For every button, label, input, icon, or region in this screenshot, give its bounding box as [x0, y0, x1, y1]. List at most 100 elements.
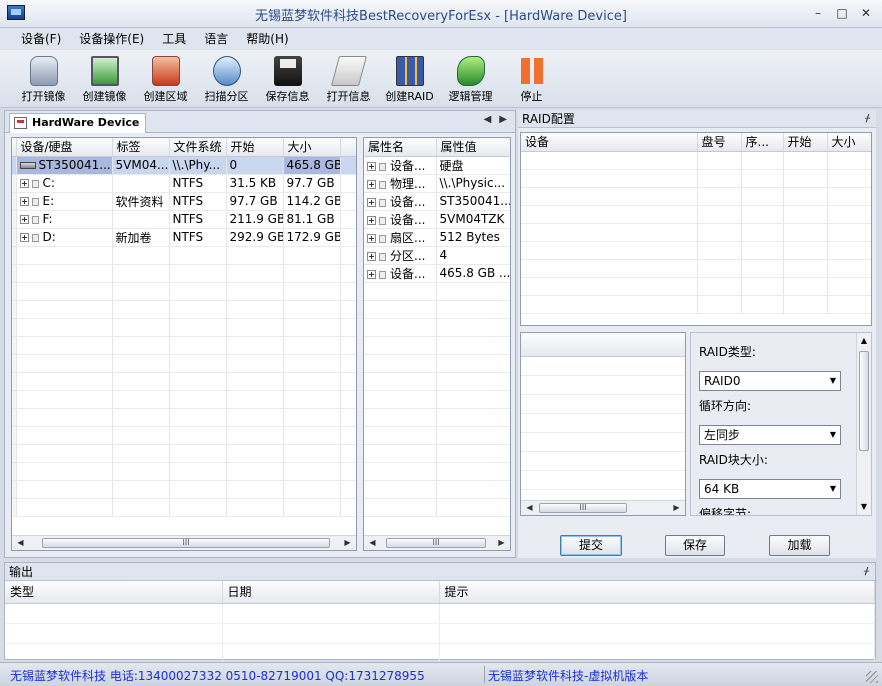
raid-member-hscrollbar[interactable]: ◀ III ▶ — [521, 500, 685, 515]
raid-direction-select[interactable]: 左同步 — [699, 425, 841, 445]
col-output-date[interactable]: 日期 — [222, 581, 440, 604]
table-row[interactable] — [364, 336, 510, 355]
expand-icon[interactable] — [367, 233, 376, 243]
expand-icon[interactable] — [367, 161, 376, 171]
table-row[interactable] — [12, 354, 356, 373]
table-row[interactable]: 设备... 5VM04TZK — [364, 210, 510, 229]
scroll-thumb[interactable]: III — [386, 538, 486, 548]
table-row[interactable]: 分区... 4 — [364, 246, 510, 265]
table-row[interactable]: 扇区... 512 Bytes — [364, 228, 510, 247]
table-row[interactable] — [364, 444, 510, 463]
table-row[interactable]: D: 新加卷 NTFS 292.9 GB 172.9 GB — [12, 228, 356, 247]
table-row[interactable] — [364, 498, 510, 517]
resize-grip-icon[interactable] — [866, 671, 878, 683]
toolbar-button-8[interactable]: 停止 — [501, 50, 562, 106]
scroll-up-icon[interactable]: ▲ — [858, 335, 870, 347]
table-row[interactable]: 物理... \\.\Physic... — [364, 174, 510, 193]
expand-icon[interactable] — [367, 197, 376, 207]
raid-properties-vscrollbar[interactable]: ▲ ▼ — [856, 333, 871, 515]
table-row[interactable] — [12, 246, 356, 265]
table-row[interactable]: 设备... 465.8 GB ... — [364, 264, 510, 283]
col-raid-device[interactable]: 设备 — [521, 133, 698, 152]
table-row[interactable] — [12, 498, 356, 517]
menu-language[interactable]: 语言 — [195, 28, 237, 50]
table-row[interactable] — [364, 282, 510, 301]
table-row[interactable] — [12, 372, 356, 391]
table-row[interactable] — [364, 354, 510, 373]
scroll-left-icon[interactable]: ◀ — [366, 537, 379, 549]
scroll-thumb[interactable]: III — [539, 503, 627, 513]
property-hscrollbar[interactable]: ◀ III ▶ — [364, 535, 510, 550]
col-raid-size[interactable]: 大小 — [827, 133, 871, 152]
scroll-right-icon[interactable]: ▶ — [670, 502, 683, 514]
toolbar-button-1[interactable]: 创建镜像 — [74, 50, 135, 106]
table-row[interactable]: 设备... ST350041... — [364, 192, 510, 211]
menu-device-operation[interactable]: 设备操作(E) — [70, 28, 153, 50]
close-button[interactable]: ✕ — [856, 4, 876, 22]
table-row[interactable] — [364, 390, 510, 409]
table-row[interactable] — [12, 444, 356, 463]
expand-icon[interactable] — [367, 251, 376, 261]
table-row[interactable]: ST350041... 5VM04... \\.\Phy... 0 465.8 GB — [12, 156, 356, 175]
scroll-thumb[interactable]: III — [42, 538, 330, 548]
expand-icon[interactable] — [367, 269, 376, 279]
table-row[interactable] — [364, 480, 510, 499]
scroll-left-icon[interactable]: ◀ — [523, 502, 536, 514]
table-row[interactable] — [364, 426, 510, 445]
scroll-left-icon[interactable]: ◀ — [14, 537, 27, 549]
expand-icon[interactable] — [19, 197, 29, 206]
expand-icon[interactable] — [19, 233, 29, 242]
menu-device[interactable]: 设备(F) — [12, 28, 70, 50]
toolbar-button-7[interactable]: 逻辑管理 — [440, 50, 501, 106]
table-row[interactable] — [364, 372, 510, 391]
scroll-down-icon[interactable]: ▼ — [858, 501, 870, 513]
expand-icon[interactable] — [19, 179, 29, 188]
table-row[interactable] — [364, 408, 510, 427]
raid-type-select[interactable]: RAID0 — [699, 371, 841, 391]
toolbar-button-5[interactable]: 打开信息 — [318, 50, 379, 106]
scroll-thumb[interactable] — [859, 351, 869, 451]
table-row[interactable] — [12, 318, 356, 337]
col-raid-start[interactable]: 开始 — [783, 133, 828, 152]
table-row[interactable] — [12, 426, 356, 445]
toolbar-button-6[interactable]: 创建RAID — [379, 50, 440, 106]
expand-icon[interactable] — [367, 179, 376, 189]
col-raid-order[interactable]: 序... — [741, 133, 784, 152]
col-property-name[interactable]: 属性名 — [364, 138, 437, 157]
table-row[interactable] — [12, 390, 356, 409]
col-size[interactable]: 大小 — [283, 138, 341, 157]
table-row[interactable] — [12, 336, 356, 355]
menu-help[interactable]: 帮助(H) — [237, 28, 297, 50]
scroll-right-icon[interactable]: ▶ — [341, 537, 354, 549]
pin-icon[interactable]: ᚋ — [865, 110, 870, 128]
raid-blocksize-select[interactable]: 64 KB — [699, 479, 841, 499]
expand-icon[interactable] — [19, 215, 29, 224]
col-output-hint[interactable]: 提示 — [439, 581, 875, 604]
table-row[interactable]: F: NTFS 211.9 GB 81.1 GB — [12, 210, 356, 229]
expand-icon[interactable] — [367, 215, 376, 225]
minimize-button[interactable]: – — [808, 4, 828, 22]
table-row[interactable] — [12, 480, 356, 499]
table-row[interactable] — [12, 462, 356, 481]
save-button[interactable]: 保存 — [665, 535, 725, 556]
table-row[interactable] — [12, 282, 356, 301]
submit-button[interactable]: 提交 — [560, 535, 622, 556]
table-row[interactable] — [12, 300, 356, 319]
col-property-value[interactable]: 属性值 — [436, 138, 510, 157]
device-hscrollbar[interactable]: ◀ III ▶ — [12, 535, 356, 550]
load-button[interactable]: 加载 — [769, 535, 830, 556]
maximize-button[interactable]: □ — [832, 4, 852, 22]
table-row[interactable] — [364, 300, 510, 319]
menu-tools[interactable]: 工具 — [153, 28, 195, 50]
toolbar-button-2[interactable]: 创建区域 — [135, 50, 196, 106]
tab-prev-icon[interactable]: ◀ — [484, 114, 492, 125]
scroll-right-icon[interactable]: ▶ — [495, 537, 508, 549]
table-row[interactable] — [364, 462, 510, 481]
table-row[interactable] — [364, 318, 510, 337]
col-label[interactable]: 标签 — [112, 138, 170, 157]
tab-next-icon[interactable]: ▶ — [499, 114, 507, 125]
table-row[interactable] — [12, 408, 356, 427]
col-device[interactable]: 设备/硬盘 — [16, 138, 113, 157]
table-row[interactable]: E: 软件资料 NTFS 97.7 GB 114.2 GB — [12, 192, 356, 211]
toolbar-button-3[interactable]: 扫描分区 — [196, 50, 257, 106]
